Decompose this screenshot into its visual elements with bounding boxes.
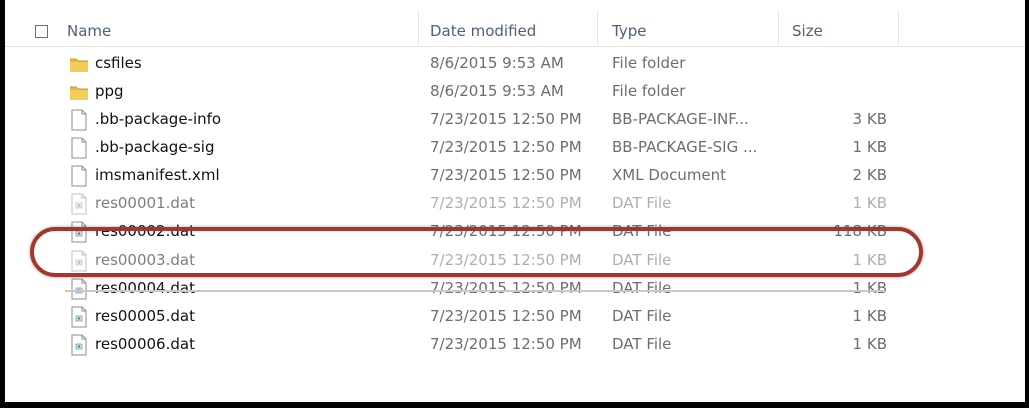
dat-file-icon (69, 306, 89, 328)
dat-file-icon (69, 193, 89, 215)
file-name: res00005.dat (95, 307, 195, 325)
file-size: 3 KB (852, 110, 887, 128)
file-name: .bb-package-info (95, 110, 222, 128)
file-size: 1 KB (852, 335, 887, 353)
file-name: .bb-package-sig (95, 138, 215, 156)
column-divider[interactable] (418, 10, 419, 46)
file-row[interactable]: csfiles 8/6/2015 9:53 AM File folder (5, 50, 1025, 78)
column-divider[interactable] (778, 10, 779, 46)
file-explorer-window: Name Date modified Type Size csfiles 8/6/… (0, 0, 1029, 408)
folder-icon (69, 53, 89, 75)
file-size: 1 KB (852, 307, 887, 325)
file-type: BB-PACKAGE-SIG ... (612, 138, 758, 156)
file-row[interactable]: imsmanifest.xml 7/23/2015 12:50 PM XML Doc… (5, 162, 1025, 190)
file-name: res00001.dat (95, 194, 195, 212)
highlight-annotation-ring (30, 227, 923, 277)
file-type: File folder (612, 82, 686, 100)
file-row[interactable]: ppg 8/6/2015 9:53 AM File folder (5, 78, 1025, 106)
file-date-modified: 8/6/2015 9:53 AM (430, 82, 564, 100)
file-type: BB-PACKAGE-INF... (612, 110, 749, 128)
folder-icon (69, 81, 89, 103)
file-icon (69, 109, 89, 131)
column-header-type[interactable]: Type (612, 22, 646, 40)
file-type: File folder (612, 54, 686, 72)
file-date-modified: 7/23/2015 12:50 PM (430, 335, 582, 353)
row-overlap-shadow (65, 290, 885, 292)
column-divider[interactable] (597, 10, 598, 46)
file-row[interactable]: .bb-package-info 7/23/2015 12:50 PM BB-PAC… (5, 106, 1025, 134)
file-name: csfiles (95, 54, 142, 72)
file-type: DAT File (612, 279, 672, 297)
file-date-modified: 7/23/2015 12:50 PM (430, 110, 582, 128)
column-header-bar: Name Date modified Type Size (5, 10, 1025, 47)
file-row[interactable]: res00001.dat 7/23/2015 12:50 PM DAT File 1 … (5, 190, 1025, 218)
select-all-checkbox[interactable] (35, 25, 48, 38)
file-name: ppg (95, 82, 124, 100)
file-date-modified: 7/23/2015 12:50 PM (430, 307, 582, 325)
file-type: DAT File (612, 194, 672, 212)
file-row[interactable]: res00006.dat 7/23/2015 12:50 PM DAT File 1 … (5, 331, 1025, 359)
file-row[interactable]: res00005.dat 7/23/2015 12:50 PM DAT File 1 … (5, 303, 1025, 331)
dat-file-icon (69, 278, 89, 300)
file-date-modified: 8/6/2015 9:53 AM (430, 54, 564, 72)
file-icon (69, 137, 89, 159)
file-type: DAT File (612, 307, 672, 325)
file-size: 2 KB (852, 166, 887, 184)
file-icon (69, 165, 89, 187)
file-size: 1 KB (852, 194, 887, 212)
column-header-name[interactable]: Name (67, 22, 111, 40)
column-header-size[interactable]: Size (792, 22, 823, 40)
file-name: res00006.dat (95, 335, 195, 353)
file-name: res00004.dat (95, 279, 195, 297)
file-size: 1 KB (852, 138, 887, 156)
file-date-modified: 7/23/2015 12:50 PM (430, 194, 582, 212)
file-type: XML Document (612, 166, 727, 184)
file-row[interactable]: res00004.dat 7/23/2015 12:50 PM DAT File 1 … (5, 275, 1025, 303)
file-name: imsmanifest.xml (95, 166, 220, 184)
file-date-modified: 7/23/2015 12:50 PM (430, 166, 582, 184)
dat-file-icon (69, 334, 89, 356)
column-header-date-modified[interactable]: Date modified (430, 22, 536, 40)
file-row[interactable]: .bb-package-sig 7/23/2015 12:50 PM BB-PACK… (5, 134, 1025, 162)
column-divider[interactable] (898, 10, 899, 46)
file-date-modified: 7/23/2015 12:50 PM (430, 279, 582, 297)
file-size: 1 KB (852, 279, 887, 297)
file-type: DAT File (612, 335, 672, 353)
file-date-modified: 7/23/2015 12:50 PM (430, 138, 582, 156)
